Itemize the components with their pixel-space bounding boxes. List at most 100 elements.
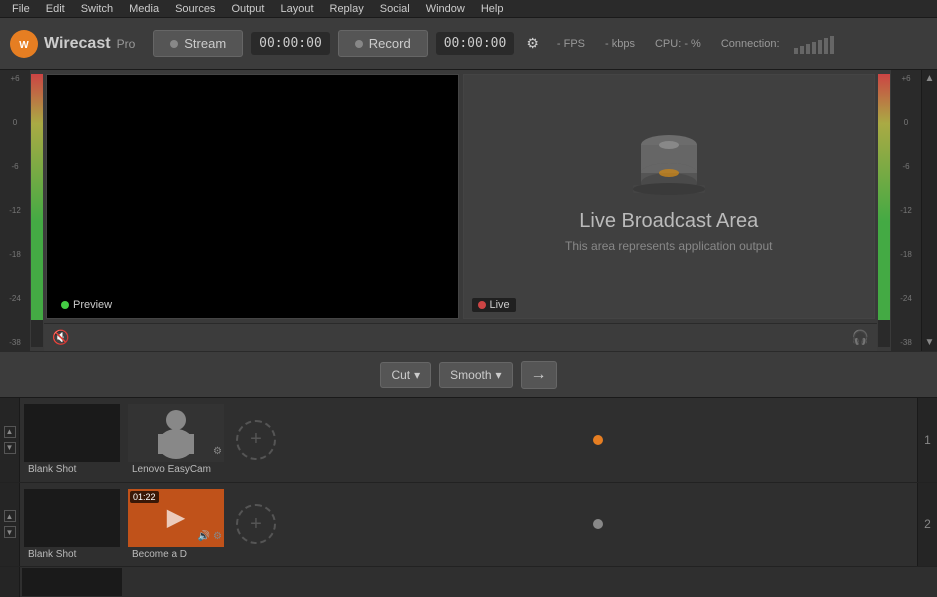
layer-1-controls: ▲ ▼ — [0, 398, 20, 482]
blank-shot-2-label: Blank Shot — [24, 547, 120, 562]
app-container: File Edit Switch Media Sources Output La… — [0, 0, 937, 597]
vu-tick-plus6: +6 — [10, 74, 19, 83]
menu-edit[interactable]: Edit — [38, 0, 73, 18]
blank-shot-1[interactable]: Blank Shot — [22, 402, 122, 477]
record-button[interactable]: Record — [338, 30, 428, 57]
layer-1-number: 1 — [917, 398, 937, 482]
meter-bar-4 — [812, 42, 816, 54]
vu-tick-0: 0 — [13, 118, 17, 127]
member-shot-1-label: Become a D — [128, 547, 224, 562]
stream-dot — [170, 40, 178, 48]
layer-2-number: 2 — [917, 483, 937, 567]
cut-chevron-down-icon: ▾ — [414, 368, 420, 382]
layer-1-up-button[interactable]: ▲ — [4, 426, 16, 438]
member-shot-settings-icon[interactable]: ⚙ — [213, 531, 222, 542]
blank-shot-1-preview — [24, 404, 120, 462]
layer-1-indicator — [593, 435, 609, 445]
record-label: Record — [369, 36, 411, 51]
vu-tick-minus24: -24 — [9, 294, 21, 303]
shot-layers: ▲ ▼ Blank Shot Lenovo EasyCam — [0, 397, 937, 567]
fps-stat: - FPS — [551, 38, 591, 50]
transition-bar: Cut ▾ Smooth ▾ → — [0, 351, 937, 397]
meter-bar-2 — [800, 46, 804, 54]
logo-text: Wirecast — [44, 35, 111, 53]
partial-layer-row — [0, 567, 937, 597]
live-label: Live — [472, 298, 516, 312]
menu-file[interactable]: File — [4, 0, 38, 18]
meter-bar-1 — [794, 48, 798, 54]
person-silhouette — [141, 406, 211, 461]
meter-bar-5 — [818, 40, 822, 54]
menu-sources[interactable]: Sources — [167, 0, 223, 18]
menu-media[interactable]: Media — [121, 0, 167, 18]
menu-bar: File Edit Switch Media Sources Output La… — [0, 0, 937, 18]
menu-output[interactable]: Output — [223, 0, 272, 18]
vu-right-tick-minus18: -18 — [900, 250, 912, 259]
camera-shot-1-preview — [128, 404, 224, 462]
live-broadcast-subtitle: This area represents application output — [565, 239, 772, 253]
kbps-stat: - kbps — [599, 38, 641, 50]
menu-replay[interactable]: Replay — [322, 0, 372, 18]
video-area-wrapper: +6 0 -6 -12 -18 -24 -38 Preview — [0, 70, 937, 351]
menu-window[interactable]: Window — [418, 0, 473, 18]
vu-right-tick-minus6: -6 — [902, 162, 909, 171]
blank-shot-2[interactable]: Blank Shot — [22, 487, 122, 562]
vu-bar-left — [31, 74, 43, 347]
preview-panel: Preview — [46, 74, 459, 319]
vu-right-tick-minus24: -24 — [900, 294, 912, 303]
member-shot-audio-icon[interactable]: 🔊 — [198, 531, 210, 542]
preview-video — [47, 75, 458, 318]
vu-right-tick-minus38: -38 — [900, 338, 912, 347]
preview-indicator — [61, 301, 69, 309]
vu-right-tick-0: 0 — [904, 118, 908, 127]
svg-text:W: W — [19, 40, 29, 51]
headphones-button[interactable]: 🎧 — [852, 329, 869, 346]
member-shot-1[interactable]: ▶ 01:22 Become a D 🔊 ⚙ — [126, 487, 226, 562]
layer-2-down-button[interactable]: ▼ — [4, 526, 16, 538]
logo-area: W Wirecast Pro — [10, 30, 135, 58]
layer-1-down-button[interactable]: ▼ — [4, 442, 16, 454]
vu-right-tick-minus12: -12 — [900, 206, 912, 215]
layer-1-active-dot — [593, 435, 603, 445]
record-time: 00:00:00 — [436, 32, 515, 55]
smooth-chevron-down-icon: ▾ — [496, 368, 502, 382]
vu-meter-right: +6 0 -6 -12 -18 -24 -38 — [891, 70, 921, 351]
layer-2-up-button[interactable]: ▲ — [4, 510, 16, 522]
meter-bar-3 — [806, 44, 810, 54]
video-row: Preview — [44, 70, 877, 323]
mute-left-button[interactable]: 🔇 — [52, 329, 69, 346]
camera-shot-1-settings-icon[interactable]: ⚙ — [213, 446, 222, 457]
menu-switch[interactable]: Switch — [73, 0, 121, 18]
member-shot-decoration: ▶ — [167, 503, 185, 532]
scroll-up-button[interactable]: ▲ — [922, 70, 937, 87]
stream-button[interactable]: Stream — [153, 30, 243, 57]
cut-transition-select[interactable]: Cut ▾ — [380, 362, 431, 388]
go-live-button[interactable]: → — [521, 361, 557, 389]
vu-tick-minus38: -38 — [9, 338, 21, 347]
layer-2-controls: ▲ ▼ — [0, 483, 20, 567]
smooth-label: Smooth — [450, 368, 491, 382]
output-settings-button[interactable]: ⚙ — [522, 31, 543, 56]
app-logo-icon: W — [10, 30, 38, 58]
partial-shot-1 — [22, 568, 122, 596]
menu-layout[interactable]: Layout — [272, 0, 321, 18]
camera-shot-1[interactable]: Lenovo EasyCam ⚙ — [126, 402, 226, 477]
preview-text: Preview — [73, 299, 112, 311]
logo-pro: Pro — [117, 37, 136, 51]
meter-bar-7 — [830, 36, 834, 54]
smooth-transition-select[interactable]: Smooth ▾ — [439, 362, 512, 388]
layer-2-dot — [593, 519, 603, 529]
partial-layer-controls — [0, 567, 20, 597]
layer-2-indicator — [593, 519, 609, 529]
add-shot-layer2-button[interactable]: + — [236, 504, 276, 544]
scroll-down-button[interactable]: ▼ — [922, 334, 937, 351]
live-text: Live — [490, 299, 510, 311]
add-shot-layer1-button[interactable]: + — [236, 420, 276, 460]
blank-shot-2-preview — [24, 489, 120, 547]
live-indicator — [478, 301, 486, 309]
stream-time: 00:00:00 — [251, 32, 330, 55]
meter-bar-6 — [824, 38, 828, 54]
menu-help[interactable]: Help — [473, 0, 512, 18]
menu-social[interactable]: Social — [372, 0, 418, 18]
cpu-stat: CPU: - % — [649, 38, 707, 50]
